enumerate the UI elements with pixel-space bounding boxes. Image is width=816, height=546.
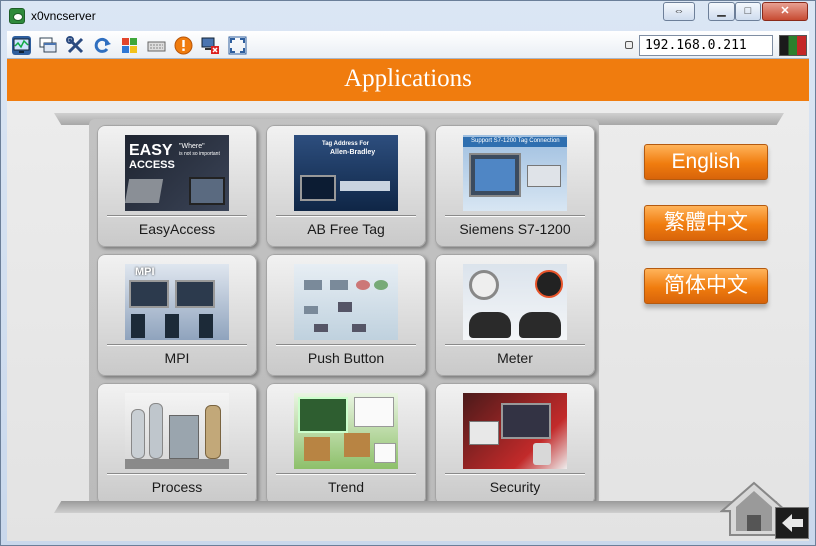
- app-label: Trend: [327, 479, 365, 495]
- app-tile-easyaccess[interactable]: EASY ACCESS "Where" is not so important …: [97, 125, 257, 247]
- siemens-thumbnail: Support S7-1200 Tag Connection: [463, 135, 567, 211]
- app-label: Process: [151, 479, 203, 495]
- easyaccess-tag-1: "Where": [179, 143, 205, 150]
- app-tile-mpi[interactable]: MPI MPI: [97, 254, 257, 376]
- app-label: MPI: [164, 350, 190, 366]
- tile-divider: [445, 344, 585, 345]
- app-tile-trend[interactable]: Trend: [266, 383, 426, 505]
- app-tile-process[interactable]: Process: [97, 383, 257, 505]
- abfreetag-title-2: Allen-Bradley: [330, 149, 376, 156]
- traditional-chinese-button[interactable]: 繁體中文: [644, 205, 768, 241]
- app-label: Security: [489, 479, 541, 495]
- keyboard-icon[interactable]: [147, 36, 166, 55]
- easyaccess-tag-2: is not so important: [179, 151, 220, 157]
- tile-divider: [276, 215, 416, 216]
- windows-flag-icon[interactable]: [120, 36, 139, 55]
- window-title: x0vncserver: [31, 9, 96, 23]
- back-arrow-icon[interactable]: [775, 507, 809, 539]
- tile-divider: [276, 473, 416, 474]
- push-button-thumbnail: [294, 264, 398, 340]
- maximize-button[interactable]: □: [735, 2, 761, 21]
- security-thumbnail: [463, 393, 567, 469]
- tile-divider: [107, 473, 247, 474]
- trend-thumbnail: [294, 393, 398, 469]
- windows-icon[interactable]: [39, 36, 58, 55]
- app-content: EASY ACCESS "Where" is not so important …: [7, 101, 809, 541]
- process-thumbnail: [125, 393, 229, 469]
- ip-address-field[interactable]: 192.168.0.211: [639, 35, 773, 56]
- vnc-eye-icon: [9, 8, 25, 24]
- tools-icon[interactable]: [66, 36, 85, 55]
- abfreetag-title-1: Tag Address For: [322, 141, 370, 147]
- page-title: Applications: [344, 65, 472, 92]
- title-bar[interactable]: x0vncserver ⇔ ▁ □ ✕: [1, 1, 815, 31]
- easyaccess-thumbnail: EASY ACCESS "Where" is not so important: [125, 135, 229, 211]
- siemens-title: Support S7-1200 Tag Connection: [471, 138, 560, 144]
- app-tile-siemens-s7-1200[interactable]: Support S7-1200 Tag Connection Siemens S…: [435, 125, 595, 247]
- page-header: Applications: [7, 59, 809, 101]
- app-label: EasyAccess: [138, 221, 216, 237]
- language-flag-icon[interactable]: [779, 35, 807, 56]
- simplified-chinese-button[interactable]: 简体中文: [644, 268, 768, 304]
- tile-divider: [445, 215, 585, 216]
- monitor-icon[interactable]: [12, 36, 31, 55]
- app-label: Siemens S7-1200: [459, 221, 571, 237]
- mpi-title: MPI: [135, 266, 155, 278]
- easyaccess-title-1: EASY: [129, 142, 173, 159]
- tile-divider: [276, 344, 416, 345]
- vnc-window: x0vncserver ⇔ ▁ □ ✕ 192.168.0.211 Applic…: [0, 0, 816, 546]
- bottom-shelf: [54, 501, 784, 513]
- minimize-button[interactable]: ▁: [708, 2, 735, 21]
- disconnect-icon[interactable]: [201, 36, 220, 55]
- vnc-toolbar: 192.168.0.211: [7, 31, 809, 59]
- tile-divider: [107, 344, 247, 345]
- tile-divider: [445, 473, 585, 474]
- app-label: AB Free Tag: [307, 221, 385, 237]
- close-button[interactable]: ✕: [762, 2, 808, 21]
- fullscreen-icon[interactable]: [228, 36, 247, 55]
- meter-thumbnail: [463, 264, 567, 340]
- english-button[interactable]: English: [644, 144, 768, 180]
- alert-icon[interactable]: [174, 36, 193, 55]
- tile-divider: [107, 215, 247, 216]
- refresh-icon[interactable]: [93, 36, 112, 55]
- connection-indicator: [625, 41, 633, 49]
- app-label: Meter: [497, 350, 533, 366]
- easyaccess-title-2: ACCESS: [129, 159, 175, 171]
- app-tile-meter[interactable]: Meter: [435, 254, 595, 376]
- resize-button[interactable]: ⇔: [663, 2, 695, 21]
- app-label: Push Button: [307, 350, 385, 366]
- ab-free-tag-thumbnail: Tag Address For Allen-Bradley: [294, 135, 398, 211]
- app-tile-ab-free-tag[interactable]: Tag Address For Allen-Bradley AB Free Ta…: [266, 125, 426, 247]
- app-tile-push-button[interactable]: Push Button: [266, 254, 426, 376]
- app-tile-security[interactable]: Security: [435, 383, 595, 505]
- mpi-thumbnail: MPI: [125, 264, 229, 340]
